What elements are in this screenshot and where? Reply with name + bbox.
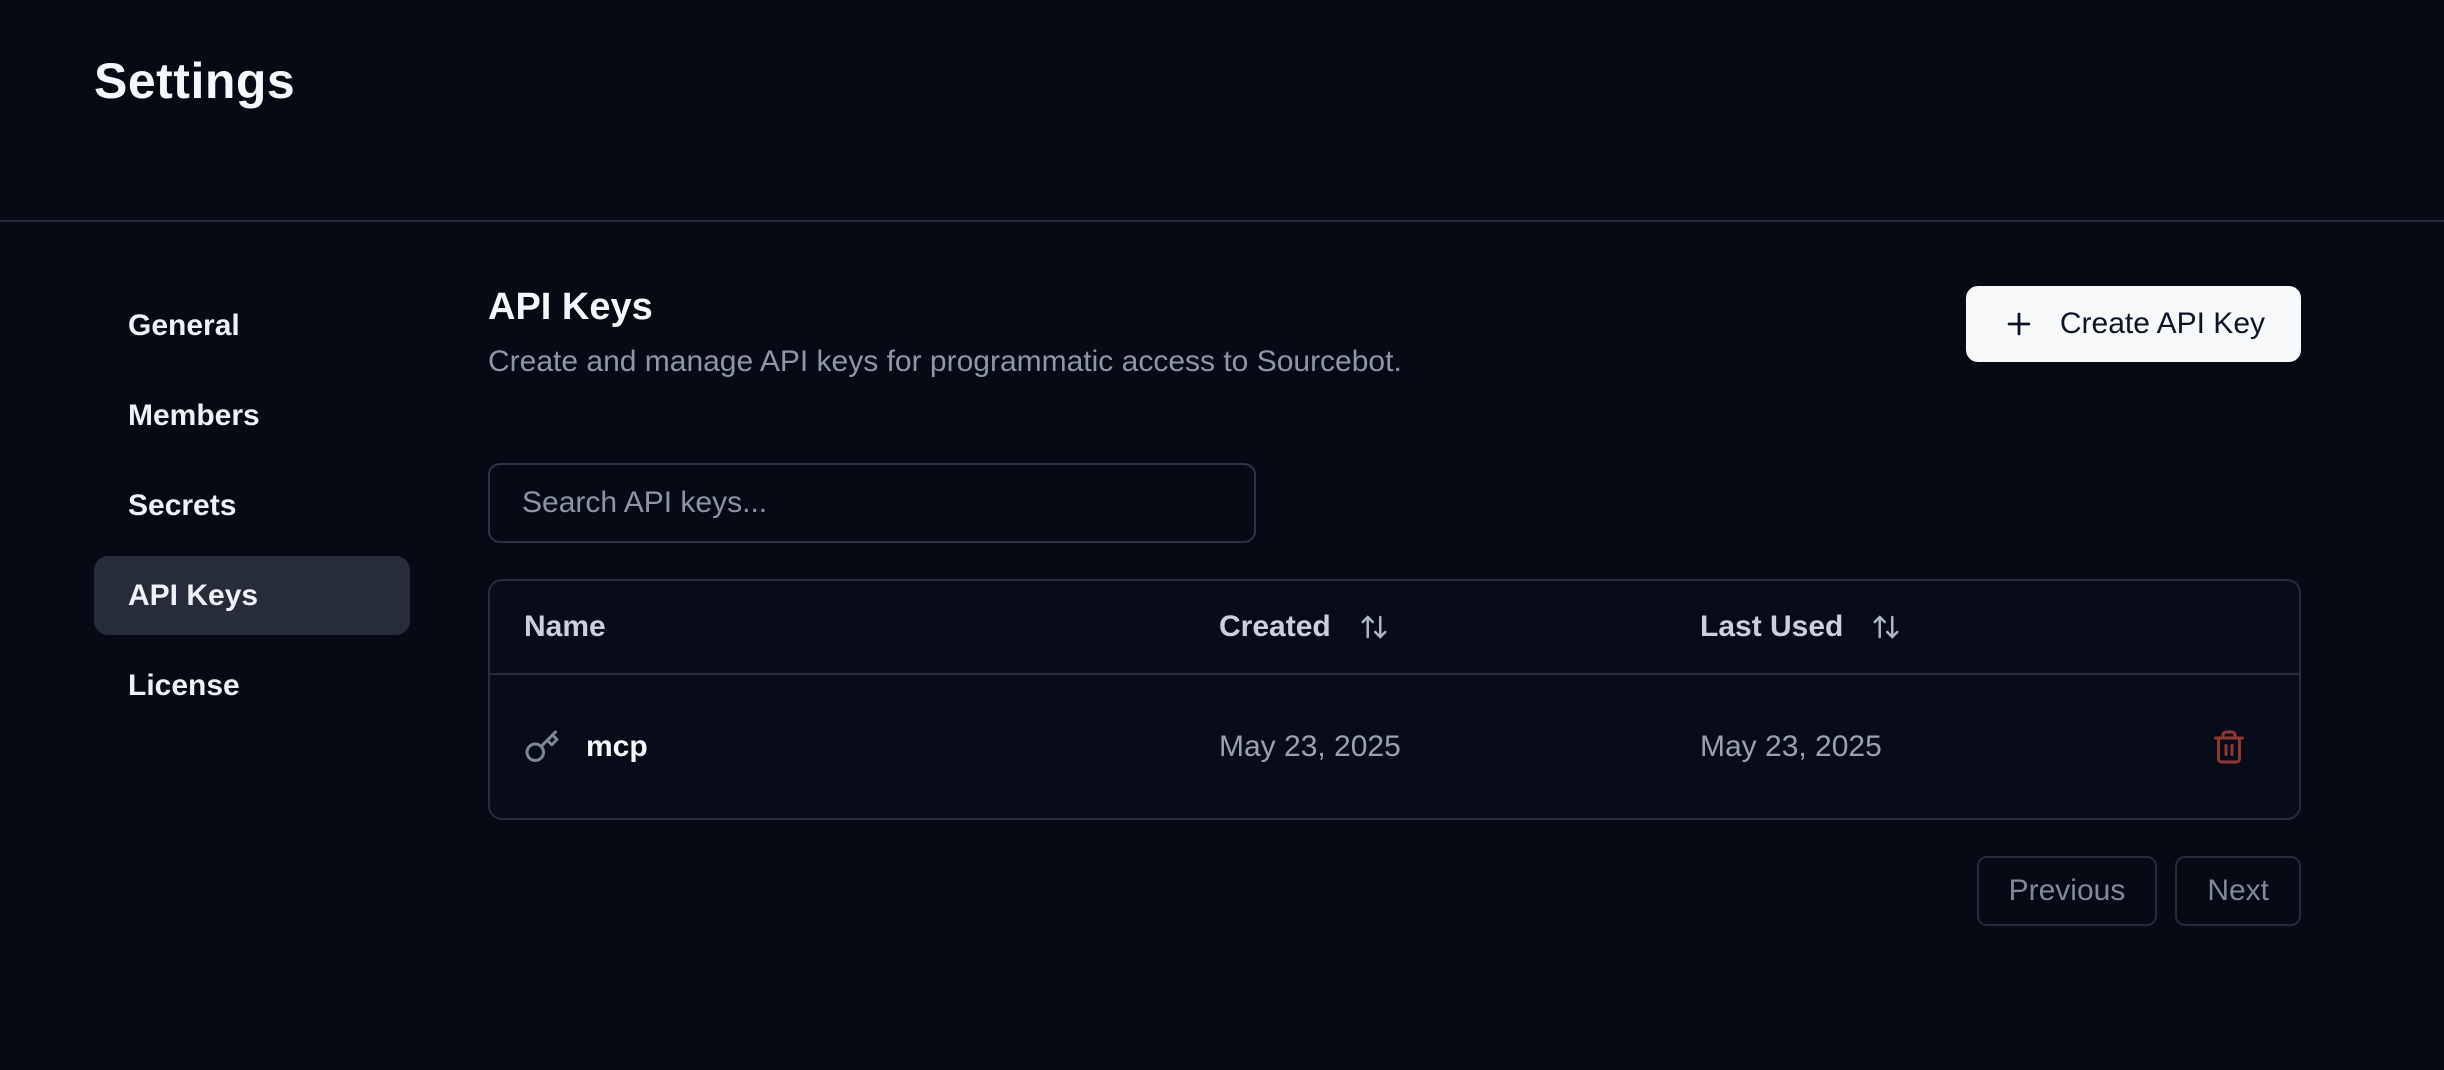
column-label: Name [524, 610, 606, 643]
pagination: Previous Next [488, 856, 2301, 926]
plus-icon [2002, 307, 2036, 341]
sidebar-item-label: API Keys [128, 578, 259, 612]
content-area: General Members Secrets API Keys License… [0, 222, 2444, 926]
previous-page-button[interactable]: Previous [1976, 856, 2158, 926]
sidebar-item-members[interactable]: Members [94, 376, 410, 455]
column-label: Created [1219, 610, 1331, 643]
sidebar-item-license[interactable]: License [94, 646, 410, 725]
page-header: Settings [0, 0, 2444, 222]
sidebar-item-label: Secrets [128, 488, 237, 522]
table-row: mcp May 23, 2025 May 23, 2025 [490, 675, 2299, 818]
search-input[interactable] [488, 463, 1256, 543]
api-key-last-used-cell: May 23, 2025 [1700, 730, 2152, 764]
sidebar-item-label: License [128, 668, 240, 702]
sort-arrows-icon[interactable] [1871, 612, 1901, 642]
sidebar-item-label: General [128, 308, 240, 342]
api-key-name-cell: mcp [490, 729, 1219, 765]
trash-icon [2211, 729, 2247, 765]
delete-api-key-button[interactable] [2203, 721, 2255, 773]
panel-description: Create and manage API keys for programma… [488, 345, 1402, 378]
panel-header-text: API Keys Create and manage API keys for … [488, 286, 1402, 379]
column-label: Last Used [1700, 610, 1844, 643]
panel-title: API Keys [488, 286, 653, 328]
key-icon [524, 729, 560, 765]
column-header-last-used: Last Used [1700, 610, 2152, 644]
settings-sidebar: General Members Secrets API Keys License [94, 286, 410, 736]
settings-page: Settings General Members Secrets API Key… [0, 0, 2444, 1070]
api-keys-table: Name Created Last Used mcp May 23, 2025 … [488, 579, 2301, 820]
sidebar-item-secrets[interactable]: Secrets [94, 466, 410, 545]
column-header-created: Created [1219, 610, 1700, 644]
table-header-row: Name Created Last Used [490, 581, 2299, 675]
created-date: May 23, 2025 [1219, 729, 1401, 763]
create-api-key-label: Create API Key [2059, 307, 2265, 340]
panel-header: API Keys Create and manage API keys for … [488, 286, 2301, 379]
sidebar-item-api-keys[interactable]: API Keys [94, 556, 410, 635]
api-key-name: mcp [586, 729, 648, 763]
api-key-created-cell: May 23, 2025 [1219, 730, 1700, 764]
sidebar-item-general[interactable]: General [94, 286, 410, 365]
api-keys-panel: API Keys Create and manage API keys for … [488, 286, 2301, 926]
api-key-actions-cell [2152, 721, 2299, 773]
last-used-date: May 23, 2025 [1700, 729, 1882, 763]
sort-arrows-icon[interactable] [1359, 612, 1389, 642]
next-page-button[interactable]: Next [2175, 856, 2301, 926]
create-api-key-button[interactable]: Create API Key [1965, 286, 2301, 362]
sidebar-item-label: Members [128, 398, 260, 432]
page-title: Settings [94, 53, 296, 109]
column-header-name: Name [490, 610, 1219, 644]
